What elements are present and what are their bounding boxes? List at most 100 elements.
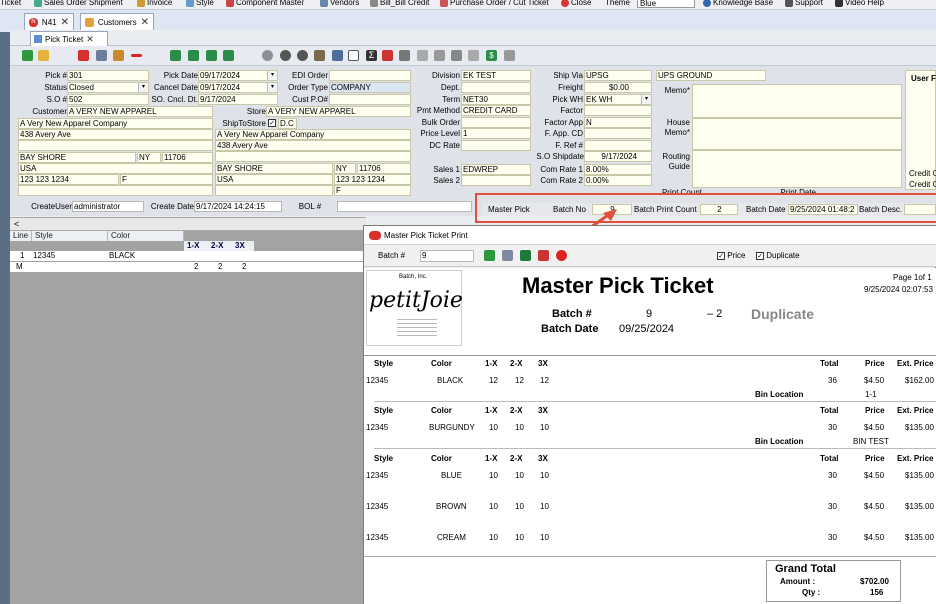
bill-state-field[interactable]: NY bbox=[137, 152, 161, 163]
edi-order-field[interactable] bbox=[329, 70, 411, 81]
ship-zip-field[interactable]: 11706 bbox=[357, 163, 411, 174]
ship-state-field[interactable]: NY bbox=[334, 163, 356, 174]
bill-zip-field[interactable]: 11706 bbox=[162, 152, 213, 163]
cust-po-field[interactable] bbox=[329, 94, 411, 105]
sales2-field[interactable] bbox=[461, 175, 531, 186]
close-circle-icon[interactable] bbox=[556, 250, 567, 261]
grid-header-1x[interactable]: 1-X bbox=[184, 241, 208, 251]
order-type-field[interactable]: COMPANY bbox=[329, 82, 411, 93]
window-icon[interactable] bbox=[348, 50, 359, 61]
menu-purchase-order[interactable]: Purchase Order / Cut Ticket bbox=[440, 0, 549, 8]
sales1-field[interactable]: EDWREP bbox=[461, 164, 531, 175]
batch-desc-field[interactable] bbox=[904, 204, 936, 215]
close-icon[interactable]: ✕ bbox=[141, 17, 149, 28]
chevron-down-icon[interactable]: ▾ bbox=[267, 83, 277, 92]
bill-addr2-field[interactable] bbox=[18, 140, 213, 151]
chevron-down-icon[interactable]: ▾ bbox=[138, 83, 148, 92]
cancel-date-field[interactable]: 09/17/2024 ▾ bbox=[198, 82, 278, 93]
search-icon[interactable] bbox=[262, 50, 273, 61]
house-memo-field[interactable] bbox=[692, 118, 902, 150]
bill-name-field[interactable]: A Very New Apparel Company bbox=[18, 118, 213, 129]
grid-icon[interactable] bbox=[314, 50, 325, 61]
f-app-cd-field[interactable] bbox=[584, 128, 652, 139]
batch-input[interactable]: 9 bbox=[420, 250, 474, 262]
menu-support[interactable]: Support bbox=[785, 0, 823, 8]
com-rate2-field[interactable]: 0.00% bbox=[584, 175, 652, 186]
term-field[interactable]: NET30 bbox=[461, 94, 531, 105]
shiptostore-dc-field[interactable]: D.C bbox=[278, 118, 297, 129]
factor-field[interactable] bbox=[584, 105, 652, 116]
tab-pick-ticket[interactable]: Pick Ticket ✕ bbox=[30, 31, 108, 46]
sum-icon[interactable]: Σ bbox=[366, 50, 377, 61]
menu-style[interactable]: Style bbox=[186, 0, 214, 8]
first-record-icon[interactable] bbox=[170, 50, 181, 61]
duplicate-checkbox[interactable]: ✓ Duplicate bbox=[756, 251, 800, 261]
customer-field[interactable]: A VERY NEW APPAREL bbox=[67, 106, 213, 117]
bill-extra-field[interactable] bbox=[18, 185, 213, 196]
division-field[interactable]: EK TEST bbox=[461, 70, 531, 81]
ship-f-field[interactable]: F bbox=[334, 185, 411, 196]
refresh-icon[interactable] bbox=[484, 250, 495, 261]
horizontal-scrollbar[interactable]: < bbox=[10, 217, 366, 231]
com-rate1-field[interactable]: 8.00% bbox=[584, 164, 652, 175]
table-row[interactable]: M 2 2 2 bbox=[10, 262, 366, 272]
menu-video-help[interactable]: Video Help bbox=[835, 0, 884, 8]
f-ref-field[interactable] bbox=[584, 140, 652, 151]
dollar-icon[interactable]: $ bbox=[486, 50, 497, 61]
open-folder-icon[interactable] bbox=[38, 50, 49, 61]
print-icon[interactable] bbox=[113, 50, 124, 61]
menu-close[interactable]: Close bbox=[561, 0, 591, 8]
fit-icon[interactable] bbox=[332, 50, 343, 61]
bol-field[interactable] bbox=[337, 201, 472, 212]
chevron-down-icon[interactable]: ▾ bbox=[641, 95, 651, 104]
table-row[interactable]: 1 12345 BLACK bbox=[10, 251, 366, 261]
refresh-icon[interactable] bbox=[22, 50, 33, 61]
price-checkbox[interactable]: ✓ Price bbox=[717, 251, 745, 261]
factor-app-field[interactable]: N bbox=[584, 117, 652, 128]
batch-print-count-field[interactable]: 2 bbox=[700, 204, 738, 215]
pick-date-field[interactable]: 09/17/2024 ▾ bbox=[198, 70, 278, 81]
next-record-icon[interactable] bbox=[206, 50, 217, 61]
pick-no-field[interactable]: 301 bbox=[67, 70, 149, 81]
batch-date-field[interactable]: 9/25/2024 01:48:2 bbox=[788, 204, 858, 215]
list-icon[interactable] bbox=[399, 50, 410, 61]
tab-n41[interactable]: N N41 ✕ bbox=[24, 13, 74, 30]
so-shipdate-field[interactable]: 9/17/2024 bbox=[584, 151, 652, 162]
excel-icon[interactable] bbox=[520, 250, 531, 261]
create-date-field[interactable]: 9/17/2024 14:24:15 bbox=[194, 201, 282, 212]
scroll-left-icon[interactable]: < bbox=[14, 219, 19, 229]
grid-header-color[interactable]: Color bbox=[108, 231, 184, 241]
create-user-field[interactable]: administrator bbox=[72, 201, 144, 212]
menu-component-master[interactable]: Component Master bbox=[226, 0, 304, 8]
grid-header-style[interactable]: Style bbox=[32, 231, 108, 241]
menu-sales-order-shipment[interactable]: Sales Order Shipment bbox=[34, 0, 123, 8]
so-no-field[interactable]: 502 bbox=[67, 94, 149, 105]
pdf-icon[interactable] bbox=[538, 250, 549, 261]
so-cncl-field[interactable]: 9/17/2024 bbox=[198, 94, 278, 105]
menu-ticket[interactable]: Ticket bbox=[0, 0, 21, 8]
printer-icon[interactable] bbox=[468, 50, 479, 61]
ship-extra-field[interactable] bbox=[215, 185, 333, 196]
print-icon[interactable] bbox=[502, 250, 513, 261]
close-icon[interactable]: ✕ bbox=[86, 34, 94, 45]
truck-icon[interactable] bbox=[451, 50, 462, 61]
bill-country-field[interactable]: USA bbox=[18, 163, 213, 174]
menu-knowledge-base[interactable]: Knowledge Base bbox=[703, 0, 773, 8]
routing-guide-field[interactable] bbox=[692, 150, 902, 188]
envelope-icon[interactable] bbox=[434, 50, 445, 61]
bulk-order-field[interactable] bbox=[461, 117, 531, 128]
menu-invoice[interactable]: Invoice bbox=[137, 0, 172, 8]
ship-country-field[interactable]: USA bbox=[215, 174, 333, 185]
ship-via-field[interactable]: UPSG bbox=[584, 70, 652, 81]
prev-record-icon[interactable] bbox=[188, 50, 199, 61]
export-icon[interactable] bbox=[504, 50, 515, 61]
ship-phone-field[interactable]: 123 123 1234 bbox=[334, 174, 411, 185]
status-select[interactable]: Closed ▾ bbox=[67, 82, 149, 93]
grid-header-line[interactable]: Line bbox=[10, 231, 32, 241]
grid-header-3x[interactable]: 3X bbox=[232, 241, 256, 251]
chevron-down-icon[interactable]: ▾ bbox=[267, 71, 277, 80]
delete-icon[interactable] bbox=[78, 50, 89, 61]
dc-rate-field[interactable] bbox=[461, 140, 531, 151]
menu-vendors[interactable]: Vendors bbox=[320, 0, 359, 8]
ship-name-field[interactable]: A Very New Apparel Company bbox=[215, 129, 411, 140]
